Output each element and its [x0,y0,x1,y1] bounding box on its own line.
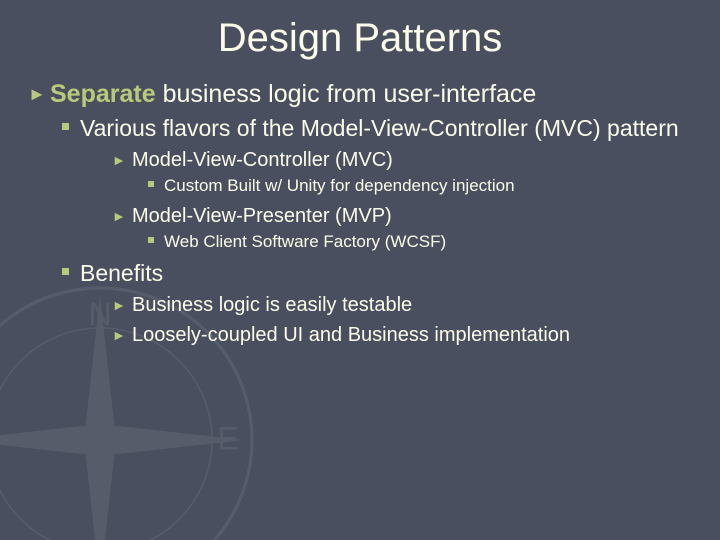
mvc-flavors-text: Various flavors of the Model-View-Contro… [80,115,679,141]
triangle-bullet-icon: ► [112,151,126,169]
benefits-text: Benefits [80,260,163,286]
bullet-mvc-detail: Custom Built w/ Unity for dependency inj… [28,175,692,197]
mvp-detail-text: Web Client Software Factory (WCSF) [164,232,446,251]
separate-highlight: Separate [50,80,156,108]
square-bullet-icon [62,123,69,130]
triangle-bullet-icon: ► [112,296,126,314]
bullet-separate: ► Separate business logic from user-inte… [28,79,692,110]
bullet-mvp-detail: Web Client Software Factory (WCSF) [28,231,692,253]
mvc-detail-text: Custom Built w/ Unity for dependency inj… [164,176,515,195]
bullet-mvc: ► Model-View-Controller (MVC) [28,147,692,173]
bullet-benefits: Benefits [28,259,692,288]
slide-container: Design Patterns ► Separate business logi… [0,0,720,540]
slide-title: Design Patterns [28,16,692,61]
square-bullet-icon [148,181,154,187]
triangle-bullet-icon: ► [112,207,126,225]
triangle-bullet-icon: ► [28,83,46,106]
triangle-bullet-icon: ► [112,326,126,344]
benefit2-text: Loosely-coupled UI and Business implemen… [132,324,570,346]
bullet-mvp: ► Model-View-Presenter (MVP) [28,203,692,229]
separate-text: business logic from user-interface [156,80,537,108]
bullet-benefit-2: ► Loosely-coupled UI and Business implem… [28,322,692,348]
mvc-text: Model-View-Controller (MVC) [132,149,393,171]
square-bullet-icon [62,268,69,275]
mvp-text: Model-View-Presenter (MVP) [132,205,392,227]
square-bullet-icon [148,237,154,243]
bullet-mvc-flavors: Various flavors of the Model-View-Contro… [28,114,692,143]
benefit1-text: Business logic is easily testable [132,294,412,316]
bullet-benefit-1: ► Business logic is easily testable [28,292,692,318]
